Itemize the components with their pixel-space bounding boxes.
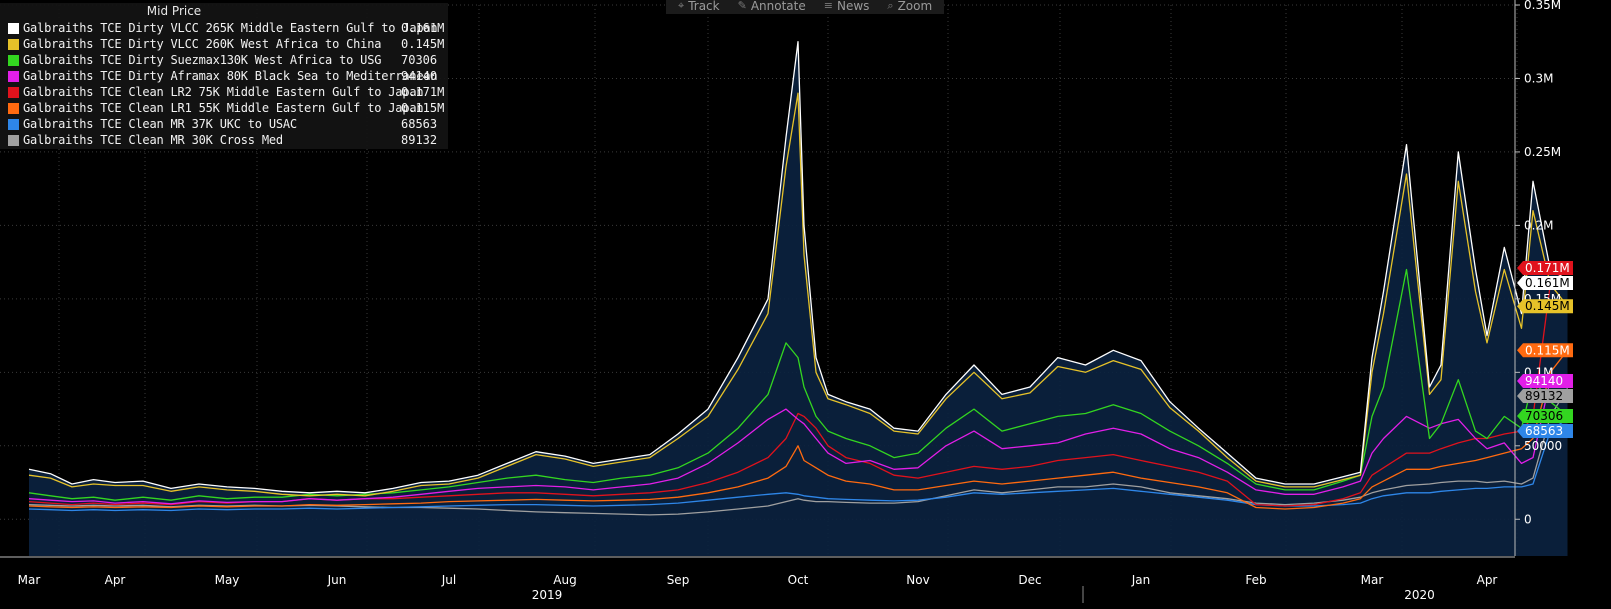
legend-swatch [8,23,19,34]
x-tick-label: May [215,573,240,587]
legend-series-name: Galbraiths TCE Clean LR1 55K Middle East… [23,101,424,115]
legend-entry[interactable]: Galbraiths TCE Dirty VLCC 260K West Afri… [0,36,448,52]
x-tick-label: Jul [441,573,456,587]
legend-entry[interactable]: Galbraiths TCE Dirty Aframax 80K Black S… [0,68,448,84]
legend-series-name: Galbraiths TCE Dirty Aframax 80K Black S… [23,69,438,83]
last-value-tag: 94140 [1517,373,1573,388]
legend-swatch [8,103,19,114]
y-tick-label: 0 [1524,512,1532,526]
x-tick-label: Mar [1361,573,1384,587]
x-tick-label: Feb [1245,573,1266,587]
tag-label: 70306 [1525,409,1563,423]
y-tick-label: 50000 [1524,439,1562,453]
chart-toolbar: ⌖ Track ✎ Annotate ≡ News ⌕ Zoom [666,0,945,14]
x-tick-label: Apr [1477,573,1498,587]
legend-swatch [8,119,19,130]
legend-swatch [8,87,19,98]
legend-entry[interactable]: Galbraiths TCE Dirty VLCC 265K Middle Ea… [0,20,448,36]
x-tick-label: Jun [327,573,347,587]
pencil-icon: ✎ [737,0,747,12]
legend-entry[interactable]: Galbraiths TCE Clean LR2 75K Middle East… [0,84,448,100]
legend-swatch [8,39,19,50]
tag-label: 0.161M [1525,276,1570,290]
legend-entry[interactable]: Galbraiths TCE Clean MR 37K UKC to USAC 6… [0,116,448,132]
legend-entry[interactable]: Galbraiths TCE Clean LR1 55K Middle East… [0,100,448,116]
legend-rows: Galbraiths TCE Dirty VLCC 265K Middle Ea… [0,20,448,148]
news-label: News [836,0,870,13]
x-tick-label: Apr [105,573,126,587]
track-label: Track [688,0,720,13]
tag-label: 94140 [1525,374,1563,388]
legend-series-name: Galbraiths TCE Dirty Suezmax130K West Af… [23,53,382,67]
magnifier-icon: ⌕ [887,0,894,12]
last-value-tag: 70306 [1517,408,1573,423]
legend-series-value: 70306 [401,53,438,67]
zoom-button[interactable]: ⌕ Zoom [881,0,938,14]
legend-series-name: Galbraiths TCE Dirty VLCC 260K West Afri… [23,37,382,51]
zoom-label: Zoom [897,0,933,13]
legend-series-value: 0.171M [401,85,445,99]
annotate-button[interactable]: ✎ Annotate [732,0,812,14]
news-button[interactable]: ≡ News [818,0,876,14]
x-tick-label: Jan [1131,573,1151,587]
chart-last-value-tags: 0.171M0.161M 0.145M 0.115M 9414089132 703066… [1517,261,1573,438]
legend-series-value: 0.145M [401,37,445,51]
legend-swatch [8,71,19,82]
x-tick-label: Sep [667,573,690,587]
legend-title: Mid Price [146,4,202,18]
x-tick-label: Oct [788,573,809,587]
x-tick-label: Aug [553,573,576,587]
tag-label: 0.145M [1525,299,1570,313]
legend-series-name: Galbraiths TCE Dirty VLCC 265K Middle Ea… [23,21,438,35]
legend-entry[interactable]: Galbraiths TCE Dirty Suezmax130K West Af… [0,52,448,68]
track-button[interactable]: ⌖ Track [672,0,726,14]
legend-swatch [8,55,19,66]
legend-entry[interactable]: Galbraiths TCE Clean MR 30K Cross Med 891… [0,132,448,148]
x-year-label: 2020 [1404,588,1435,602]
last-value-tag: 0.145M [1517,299,1573,314]
crosshair-icon: ⌖ [678,0,685,12]
x-tick-label: Mar [18,573,41,587]
last-value-tag: 89132 [1517,388,1573,403]
tag-label: 0.171M [1525,261,1570,275]
legend-series-value: 94140 [401,69,438,83]
tag-label: 0.115M [1525,343,1570,357]
tag-label: 68563 [1525,424,1563,438]
legend-series-name: Galbraiths TCE Clean LR2 75K Middle East… [23,85,424,99]
y-tick-label: 0.35M [1524,0,1561,12]
last-value-tag: 0.171M [1517,261,1573,276]
chart-legend: Mid Price Galbraiths TCE Dirty VLCC 265K… [0,3,448,149]
y-tick-label: 0.25M [1524,145,1561,159]
x-year-label: 2019 [532,588,563,602]
y-tick-label: 0.3M [1524,71,1553,85]
y-tick-label: 0.2M [1524,218,1553,232]
annotate-label: Annotate [750,0,806,13]
legend-series-value: 89132 [401,133,438,147]
x-tick-label: Dec [1018,573,1041,587]
legend-swatch [8,135,19,146]
legend-series-value: 68563 [401,117,438,131]
legend-series-value: 0.115M [401,101,445,115]
legend-series-value: 0.161M [401,21,445,35]
last-value-tag: 68563 [1517,423,1573,438]
last-value-tag: 0.115M [1517,343,1573,358]
legend-series-name: Galbraiths TCE Clean MR 30K Cross Med [23,133,283,147]
last-value-tag: 0.161M [1517,276,1573,291]
x-tick-label: Nov [906,573,929,587]
legend-series-name: Galbraiths TCE Clean MR 37K UKC to USAC [23,117,297,131]
tag-label: 89132 [1525,389,1563,403]
news-icon: ≡ [823,0,833,12]
